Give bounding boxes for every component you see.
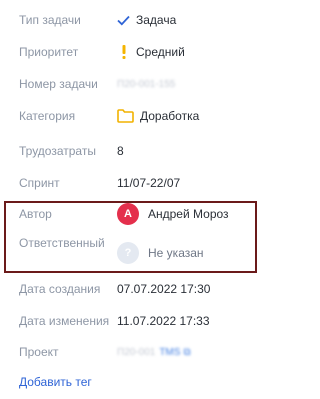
field-label: Автор [19, 207, 52, 221]
field-label: Проект [19, 345, 59, 359]
field-label: Категория [19, 109, 76, 123]
assignee-name: Не указан [148, 246, 204, 260]
author-value[interactable]: А Андрей Мороз [117, 203, 229, 225]
sprint-value[interactable]: 11/07-22/07 [117, 176, 180, 190]
add-tag-row: Добавить тег [0, 371, 258, 393]
category-value[interactable]: Доработка [117, 109, 199, 123]
assignee-value[interactable]: ? Не указан [117, 242, 204, 264]
field-created: Дата создания 07.07.2022 17:30 [0, 278, 258, 300]
task-type-text: Задача [136, 13, 177, 27]
author-name: Андрей Мороз [148, 207, 229, 221]
field-label: Номер задачи [19, 77, 98, 91]
category-text: Доработка [140, 109, 200, 123]
field-modified: Дата изменения 11.07.2022 17:33 [0, 310, 258, 332]
created-value: 07.07.2022 17:30 [117, 282, 211, 296]
external-link-icon[interactable]: ⧉ [183, 347, 190, 358]
field-label: Ответственный [19, 236, 105, 250]
modified-value: 11.07.2022 17:33 [117, 314, 210, 328]
field-project: Проект П20-001 TMS ⧉ [0, 341, 258, 363]
field-category: Категория Доработка [0, 105, 258, 127]
folder-icon [117, 109, 134, 123]
task-type-value[interactable]: Задача [117, 13, 176, 27]
exclamation-icon [122, 45, 126, 59]
check-icon [117, 15, 130, 26]
project-link[interactable]: TMS [159, 347, 180, 358]
priority-text: Средний [136, 45, 185, 59]
effort-value[interactable]: 8 [117, 144, 124, 158]
field-label: Трудозатраты [19, 144, 96, 158]
project-value[interactable]: П20-001 TMS ⧉ [117, 347, 191, 358]
field-label: Приоритет [19, 45, 79, 59]
field-effort: Трудозатраты 8 [0, 140, 258, 162]
field-label: Спринт [19, 176, 60, 190]
field-label: Тип задачи [19, 13, 81, 27]
project-code: П20-001 [117, 346, 156, 358]
add-tag-link[interactable]: Добавить тег [19, 375, 92, 389]
avatar: А [117, 203, 139, 225]
priority-value[interactable]: Средний [117, 45, 185, 59]
field-assignee: Ответственный ? Не указан [0, 236, 258, 264]
field-author: Автор А Андрей Мороз [0, 203, 258, 225]
field-priority: Приоритет Средний [0, 41, 258, 63]
field-task-number: Номер задачи П20-001-155 [0, 73, 258, 95]
field-task-type: Тип задачи Задача [0, 9, 258, 31]
field-label: Дата изменения [19, 314, 110, 328]
avatar-placeholder: ? [117, 242, 139, 264]
field-sprint: Спринт 11/07-22/07 [0, 172, 258, 194]
field-label: Дата создания [19, 282, 101, 296]
task-number-value: П20-001-155 [117, 78, 176, 90]
